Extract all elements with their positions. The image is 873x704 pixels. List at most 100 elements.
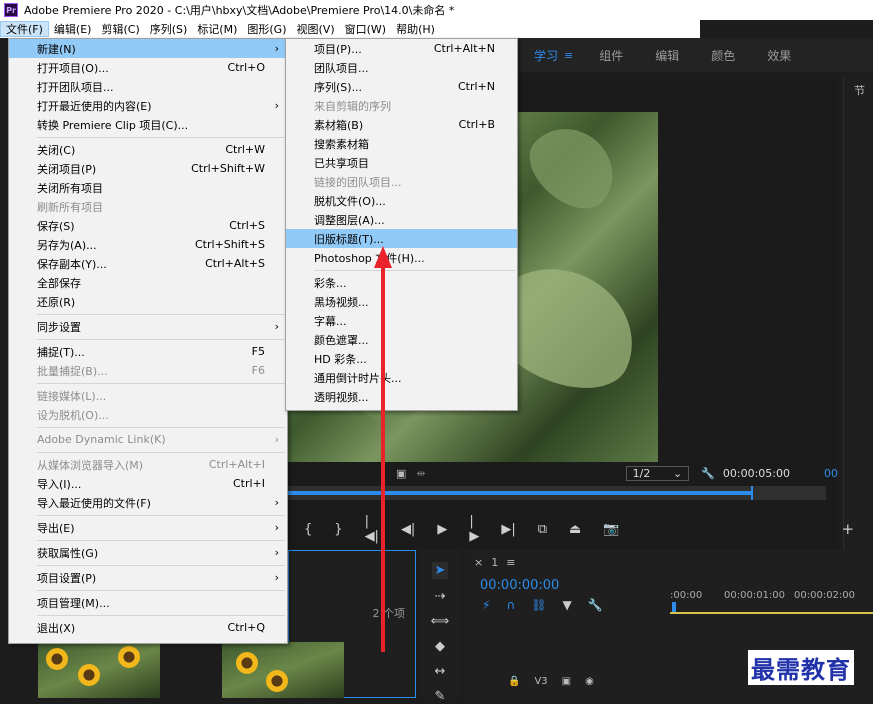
go-to-out-button[interactable]: ▶| <box>501 522 515 537</box>
mark-out-button[interactable]: } <box>334 522 342 537</box>
menu-item-label: 透明视频... <box>314 390 369 404</box>
menu-item[interactable]: 已共享项目 <box>286 153 517 172</box>
menu-item[interactable]: 项目管理(M)... <box>9 593 287 612</box>
chevron-right-icon: › <box>274 546 279 559</box>
clip-thumbnail[interactable] <box>222 642 344 698</box>
export-frame-button[interactable]: 📷 <box>603 522 619 537</box>
menu-item[interactable]: 导出(E) › <box>9 518 287 537</box>
menu-item[interactable]: 通用倒计时片头... <box>286 368 517 387</box>
menu-item-label: 脱机文件(O)... <box>314 194 386 208</box>
ripple-edit-tool-icon[interactable]: ⟺ <box>431 614 450 629</box>
resolution-dropdown[interactable]: 1/2 ⌄ <box>625 465 690 481</box>
track-select-tool-icon[interactable]: ⇢ <box>435 589 446 604</box>
close-icon[interactable]: × <box>474 556 483 569</box>
menu-item-label: 同步设置 <box>37 320 81 334</box>
workspace-assembly[interactable]: 组件 <box>583 47 639 64</box>
menu-item[interactable]: 颜色遮罩... <box>286 330 517 349</box>
menubar-item[interactable]: 编辑(E) <box>49 21 97 37</box>
menu-item[interactable]: 同步设置 › <box>9 317 287 336</box>
wrench-icon[interactable]: 🔧 <box>701 467 715 480</box>
timeline-settings-icon[interactable]: 🔧 <box>588 598 603 612</box>
extract-button[interactable]: ⏏ <box>569 522 581 537</box>
right-panel-label: 节 <box>854 84 865 97</box>
menu-item[interactable]: 关闭(C) Ctrl+W <box>9 140 287 159</box>
clip-thumbnail[interactable] <box>38 642 160 698</box>
razor-tool-icon[interactable]: ◆ <box>435 639 445 654</box>
menu-item[interactable]: 脱机文件(O)... <box>286 191 517 210</box>
linked-selection-icon[interactable]: ⛓ <box>531 598 546 612</box>
menu-item: 设为脱机(O)... <box>9 405 287 424</box>
menubar-item[interactable]: 图形(G) <box>242 21 291 37</box>
add-button[interactable]: + <box>842 520 855 538</box>
selection-tool-icon[interactable]: ➤ <box>431 562 449 579</box>
slip-tool-icon[interactable]: ↔ <box>435 664 446 679</box>
workspace-menu-icon[interactable]: ≡ <box>564 49 573 62</box>
menu-item[interactable]: 导入最近使用的文件(F) › <box>9 493 287 512</box>
mark-in-button[interactable]: { <box>304 522 312 537</box>
menu-item[interactable]: 保存(S) Ctrl+S <box>9 216 287 235</box>
menu-item[interactable]: 导入(I)... Ctrl+I <box>9 474 287 493</box>
menubar-item[interactable]: 文件(F) <box>0 21 49 37</box>
menubar-item[interactable]: 剪辑(C) <box>96 21 144 37</box>
menu-item[interactable]: 转换 Premiere Clip 项目(C)... <box>9 115 287 134</box>
menu-item[interactable]: 搜索素材箱 <box>286 134 517 153</box>
menu-item[interactable]: 素材箱(B) Ctrl+B <box>286 115 517 134</box>
snap-icon[interactable]: ∩ <box>506 598 515 612</box>
menubar-item[interactable]: 帮助(H) <box>391 21 440 37</box>
menu-item[interactable]: 退出(X) Ctrl+Q <box>9 618 287 637</box>
track-name-v3: V3 <box>534 676 548 687</box>
menu-item[interactable]: 捕捉(T)... F5 <box>9 342 287 361</box>
menu-item[interactable]: HD 彩条... <box>286 349 517 368</box>
menu-item[interactable]: 彩条... <box>286 273 517 292</box>
menu-item[interactable]: 关闭项目(P) Ctrl+Shift+W <box>9 159 287 178</box>
timeline-playhead[interactable] <box>672 602 676 612</box>
menu-item[interactable]: 字幕... <box>286 311 517 330</box>
menu-item[interactable]: 打开项目(O)... Ctrl+O <box>9 58 287 77</box>
lift-button[interactable]: ⧉ <box>538 522 547 537</box>
menubar-item[interactable]: 序列(S) <box>145 21 193 37</box>
menu-item[interactable]: 新建(N) › <box>9 39 287 58</box>
menubar-item[interactable]: 标记(M) <box>192 21 242 37</box>
workspace-color[interactable]: 颜色 <box>695 47 751 64</box>
sync-lock-icon[interactable]: ▣ <box>562 676 571 687</box>
menu-item[interactable]: 获取属性(G) › <box>9 543 287 562</box>
step-forward-button[interactable]: |▶ <box>469 514 479 544</box>
workspace-editing[interactable]: 编辑 <box>639 47 695 64</box>
tab-menu-icon[interactable]: ≡ <box>506 556 515 569</box>
menu-item[interactable]: 旧版标题(T)... <box>286 229 517 248</box>
menu-item[interactable]: 打开最近使用的内容(E) › <box>9 96 287 115</box>
menu-item[interactable]: 另存为(A)... Ctrl+Shift+S <box>9 235 287 254</box>
eye-icon[interactable]: ◉ <box>585 676 594 687</box>
menu-item-label: 搜索素材箱 <box>314 137 369 151</box>
lock-icon[interactable]: 🔒 <box>508 676 520 687</box>
safe-margins-icon[interactable]: ▣ <box>396 467 406 480</box>
menubar-item[interactable]: 视图(V) <box>292 21 340 37</box>
program-scrubber[interactable] <box>288 486 826 500</box>
menu-item[interactable]: 项目(P)... Ctrl+Alt+N <box>286 39 517 58</box>
menu-item[interactable]: 保存副本(Y)... Ctrl+Alt+S <box>9 254 287 273</box>
menu-item[interactable]: 黑场视频... <box>286 292 517 311</box>
menu-item[interactable]: 打开团队项目... <box>9 77 287 96</box>
fit-icon[interactable]: ⇹ <box>416 467 425 480</box>
sequence-tab[interactable]: 1 <box>491 556 498 569</box>
program-timecode[interactable]: 00:00:05:00 <box>723 467 790 480</box>
pen-tool-icon[interactable]: ✎ <box>435 689 446 704</box>
menu-item[interactable]: 全部保存 <box>9 273 287 292</box>
scrubber-playhead[interactable] <box>750 486 753 500</box>
menu-item[interactable]: 透明视频... <box>286 387 517 406</box>
nest-toggle-icon[interactable]: ⚡ <box>482 598 490 612</box>
step-back-button[interactable]: ◀| <box>401 522 415 537</box>
go-to-in-button[interactable]: |◀| <box>365 514 379 544</box>
menu-item[interactable]: 项目设置(P) › <box>9 568 287 587</box>
menubar-item[interactable]: 窗口(W) <box>340 21 391 37</box>
add-marker-icon[interactable]: ▼ <box>562 598 571 612</box>
timeline-timecode[interactable]: 00:00:00:00 <box>480 578 559 593</box>
menu-item[interactable]: 关闭所有项目 <box>9 178 287 197</box>
menu-item[interactable]: 调整图层(A)... <box>286 210 517 229</box>
play-button[interactable]: ▶ <box>437 522 447 537</box>
menu-item[interactable]: 团队项目... <box>286 58 517 77</box>
workspace-effects[interactable]: 效果 <box>751 47 807 64</box>
menu-item[interactable]: 序列(S)... Ctrl+N <box>286 77 517 96</box>
menu-item[interactable]: 还原(R) <box>9 292 287 311</box>
menu-item[interactable]: Photoshop 文件(H)... <box>286 248 517 267</box>
